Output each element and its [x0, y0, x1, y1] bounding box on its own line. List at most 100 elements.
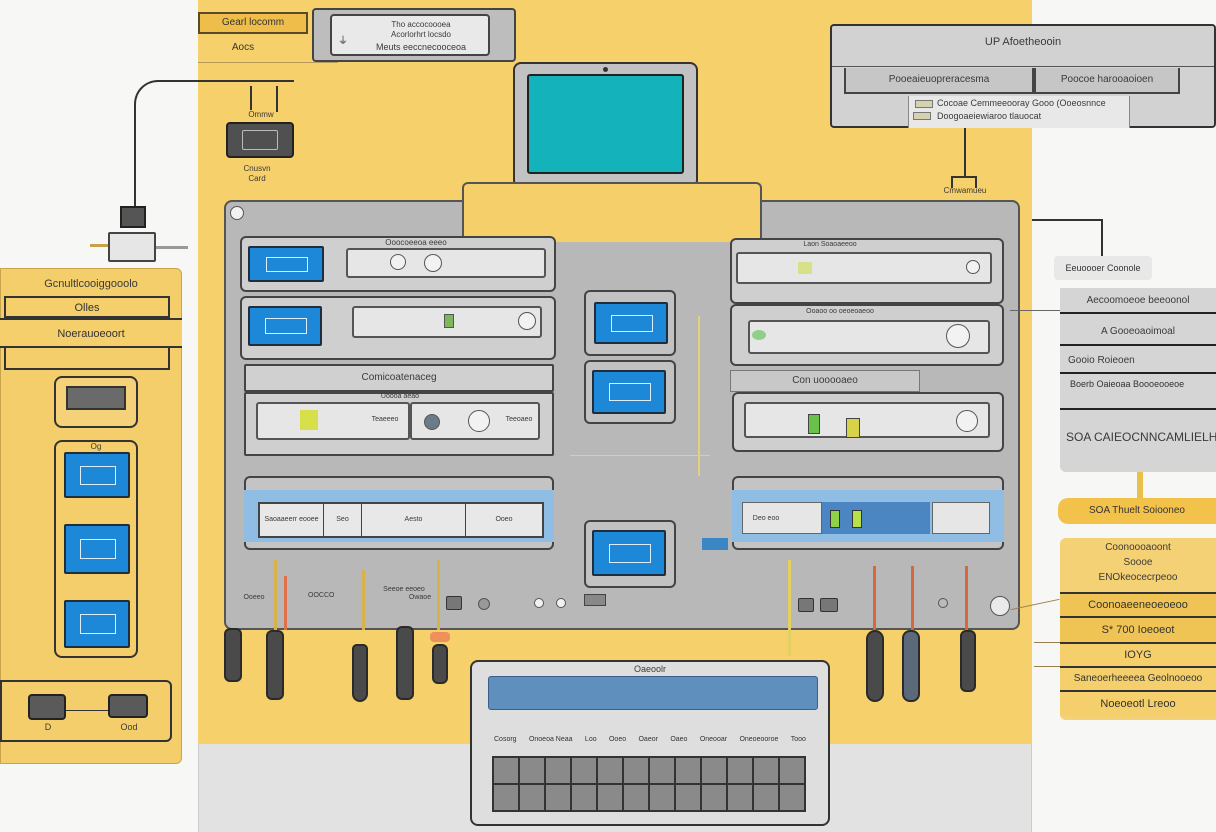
left-rack-screen-2[interactable] — [248, 306, 322, 346]
key-label: Tooo — [790, 736, 806, 743]
keypad-key[interactable] — [728, 785, 752, 810]
laptop[interactable] — [513, 62, 698, 188]
knob[interactable] — [424, 254, 442, 272]
keypad-key[interactable] — [520, 758, 544, 783]
keypad-key[interactable] — [624, 758, 648, 783]
top-right-left-tab[interactable]: Pooeaieuopreracesma — [844, 68, 1034, 94]
left-rack-screen-1[interactable] — [248, 246, 324, 282]
port-icon[interactable] — [820, 598, 838, 612]
right-column-row[interactable]: SOA CAIEOCNNCAMLIELH — [1066, 430, 1216, 444]
knob[interactable] — [956, 410, 978, 432]
keypad-key[interactable] — [572, 758, 596, 783]
port-icon[interactable] — [446, 596, 462, 610]
probe-wire — [284, 576, 287, 630]
knob[interactable] — [424, 414, 440, 430]
keypad-key[interactable] — [676, 785, 700, 810]
right-column-row[interactable]: Boerb Oaieoaa Boooeooeoe — [1070, 378, 1216, 408]
keypad-key[interactable] — [754, 785, 778, 810]
bottom-cell[interactable]: Ooeo — [466, 504, 542, 536]
left-screen-3[interactable] — [64, 600, 130, 648]
keypad-key[interactable] — [702, 758, 726, 783]
keypad-key[interactable] — [780, 785, 804, 810]
keypad-key[interactable] — [728, 758, 752, 783]
center-screen-2[interactable] — [592, 370, 666, 414]
right-bottom-row[interactable]: Coonoaeeneoeoeoo — [1060, 592, 1216, 616]
keypad-key[interactable] — [702, 785, 726, 810]
keypad-key[interactable] — [650, 785, 674, 810]
keypad-key[interactable] — [650, 758, 674, 783]
power-adapter-icon[interactable] — [28, 694, 66, 720]
left-switch-box[interactable] — [54, 376, 138, 428]
keypad-key[interactable] — [598, 758, 622, 783]
left-column-row-2[interactable]: Noerauoeoort — [0, 318, 182, 348]
right-column-row[interactable]: A Gooeoaoimoal — [1060, 318, 1216, 346]
sensor-pin — [156, 246, 188, 249]
knob[interactable] — [478, 598, 490, 610]
right-rack-bottom-right[interactable] — [932, 502, 990, 534]
left-screen-1[interactable] — [64, 452, 130, 498]
top-left-tab-primary[interactable]: Gearl locomm — [198, 12, 308, 34]
adapter-icon[interactable] — [108, 694, 148, 718]
test-probe[interactable] — [866, 630, 884, 702]
key-label: Ooeo — [608, 736, 627, 743]
left-column-row-1[interactable]: Olles — [4, 296, 170, 318]
keypad-key[interactable] — [624, 785, 648, 810]
right-rack-controls-3[interactable] — [744, 402, 990, 438]
knob[interactable] — [938, 598, 948, 608]
top-left-tab-secondary[interactable]: Aocs — [198, 36, 288, 60]
keypad-key[interactable] — [546, 785, 570, 810]
port-icon[interactable] — [584, 594, 606, 606]
power-button[interactable] — [990, 596, 1010, 616]
bottom-cell[interactable]: Saoaaeerr eooee — [260, 504, 324, 536]
knob[interactable] — [468, 410, 490, 432]
test-probe[interactable] — [266, 630, 284, 700]
center-screen-1[interactable] — [594, 302, 668, 344]
top-right-panel-title: UP Afoetheooin — [984, 36, 1062, 48]
keypad-key[interactable] — [572, 785, 596, 810]
bottom-cell[interactable]: Aesto — [362, 504, 466, 536]
keypad-key[interactable] — [494, 758, 518, 783]
knob[interactable] — [556, 598, 566, 608]
right-column-row[interactable]: Gooio Roieoen — [1060, 348, 1216, 374]
sensor-module[interactable] — [108, 232, 156, 262]
right-bottom-row[interactable]: Noeoeotl Lreoo — [1060, 690, 1216, 716]
keypad-key[interactable] — [520, 785, 544, 810]
left-footer-label-2: Ood — [120, 722, 138, 732]
knob[interactable] — [966, 260, 980, 274]
knob[interactable] — [518, 312, 536, 330]
keypad-key[interactable] — [676, 758, 700, 783]
right-bottom-row[interactable]: IOYG — [1060, 642, 1216, 666]
keypad-key[interactable] — [546, 758, 570, 783]
key-label: Oaeo — [670, 736, 688, 743]
center-screen-3[interactable] — [592, 530, 666, 576]
right-column-row[interactable]: Aecoomoeoe beeoonol — [1060, 290, 1216, 314]
left-screen-2[interactable] — [64, 524, 130, 574]
test-probe[interactable] — [224, 628, 242, 682]
keypad-key[interactable] — [780, 758, 804, 783]
indicator-green — [808, 414, 820, 434]
keyboard-display-bar — [488, 676, 818, 710]
left-column-header: Gcnultlcooiggooolo — [44, 278, 138, 290]
keypad-key[interactable] — [598, 785, 622, 810]
knob[interactable] — [946, 324, 970, 348]
top-right-right-tab[interactable]: Poocoe harooaoioen — [1034, 68, 1180, 94]
test-probe[interactable] — [352, 644, 368, 702]
right-column-banner[interactable]: SOA Thuelt Soiooneo — [1058, 498, 1216, 524]
test-probe[interactable] — [432, 644, 448, 684]
bottom-cell[interactable]: Seo — [324, 504, 362, 536]
knob[interactable] — [534, 598, 544, 608]
right-bottom-row[interactable]: Saneoerheeeea Geolnooeoo — [1060, 666, 1216, 690]
right-bottom-header-1: Coonoooaoont — [1105, 542, 1171, 553]
key-label: Oneoeooroe — [739, 736, 779, 743]
knob[interactable] — [390, 254, 406, 270]
left-rack-controls-1[interactable] — [346, 248, 546, 278]
test-probe[interactable] — [902, 630, 920, 702]
keypad-key[interactable] — [494, 785, 518, 810]
left-rack-row3-label: Uoooa aeao — [380, 393, 420, 400]
test-probe[interactable] — [396, 626, 414, 700]
keypad-key[interactable] — [754, 758, 778, 783]
port-icon[interactable] — [798, 598, 814, 612]
right-rack-controls-1[interactable] — [736, 252, 992, 284]
test-probe[interactable] — [960, 630, 976, 692]
right-bottom-row[interactable]: S* 700 Ioeoeot — [1060, 616, 1216, 642]
